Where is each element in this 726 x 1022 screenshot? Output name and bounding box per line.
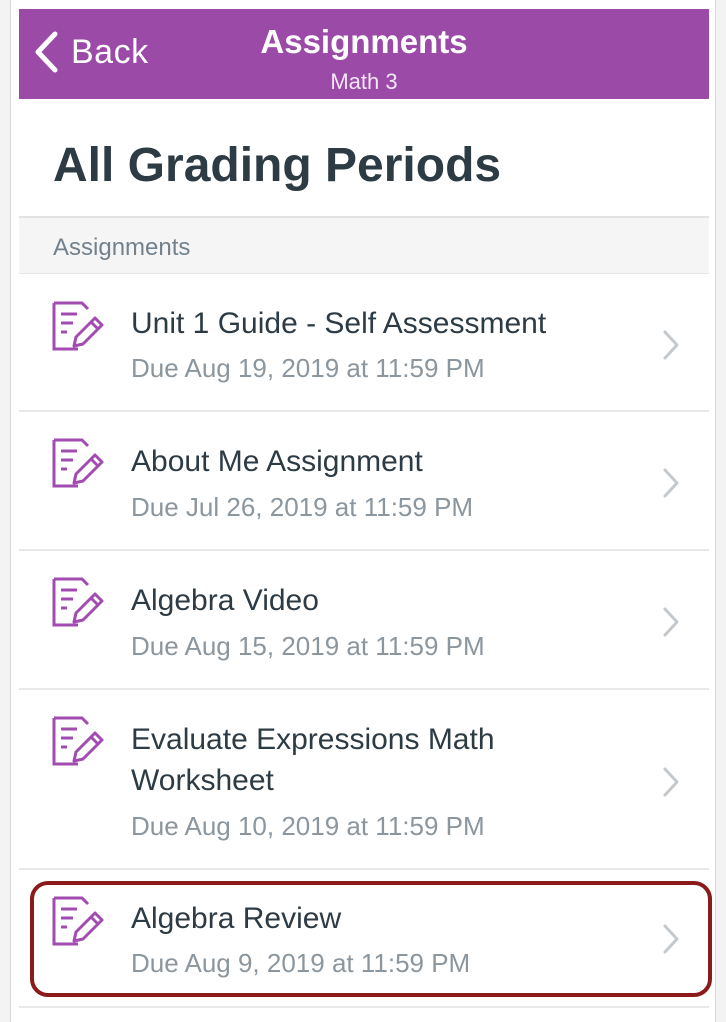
assignment-icon xyxy=(51,300,105,356)
page-title: All Grading Periods xyxy=(53,139,502,192)
assignment-icon xyxy=(51,437,105,493)
assignment-title: Algebra Video xyxy=(131,584,319,617)
assignment-title: About Me Assignment xyxy=(131,445,423,478)
assignment-title: Unit 1 Guide - Self Assessment xyxy=(131,307,547,340)
chevron-right-icon xyxy=(661,923,681,955)
assignment-list: Unit 1 Guide - Self Assessment Due Aug 1… xyxy=(19,274,709,1008)
assignment-row[interactable]: Algebra Video Due Aug 15, 2019 at 11:59 … xyxy=(19,551,709,690)
assignment-icon xyxy=(51,576,105,632)
assignment-due-date: Due Jul 26, 2019 at 11:59 PM xyxy=(131,492,474,522)
assignment-icon xyxy=(51,895,105,951)
assignment-due-date: Due Aug 19, 2019 at 11:59 PM xyxy=(131,353,485,383)
assignment-due-date: Due Aug 15, 2019 at 11:59 PM xyxy=(131,631,485,661)
chevron-right-icon xyxy=(661,766,681,798)
nav-subtitle: Math 3 xyxy=(330,69,398,94)
phone-screen: Back Assignments Math 3 All Grading Peri… xyxy=(10,0,716,1022)
chevron-right-icon xyxy=(661,329,681,361)
assignment-row[interactable]: Algebra Review Due Aug 9, 2019 at 11:59 … xyxy=(19,870,709,1008)
navigation-bar: Back Assignments Math 3 xyxy=(19,9,709,99)
assignment-row[interactable]: Unit 1 Guide - Self Assessment Due Aug 1… xyxy=(19,274,709,412)
section-label: Assignments xyxy=(53,234,191,261)
nav-title: Assignments xyxy=(260,23,468,60)
assignment-row[interactable]: Evaluate Expressions Math Worksheet Due … xyxy=(19,690,709,870)
assignment-due-date: Due Aug 9, 2019 at 11:59 PM xyxy=(131,948,471,978)
chevron-right-icon xyxy=(661,467,681,499)
section-header: Assignments xyxy=(19,216,709,274)
assignment-icon xyxy=(51,715,105,771)
chevron-right-icon xyxy=(661,606,681,638)
assignment-row[interactable]: About Me Assignment Due Jul 26, 2019 at … xyxy=(19,412,709,551)
assignment-title: Evaluate Expressions Math Worksheet xyxy=(131,723,495,797)
assignment-title: Algebra Review xyxy=(131,902,342,935)
assignment-due-date: Due Aug 10, 2019 at 11:59 PM xyxy=(131,811,485,841)
